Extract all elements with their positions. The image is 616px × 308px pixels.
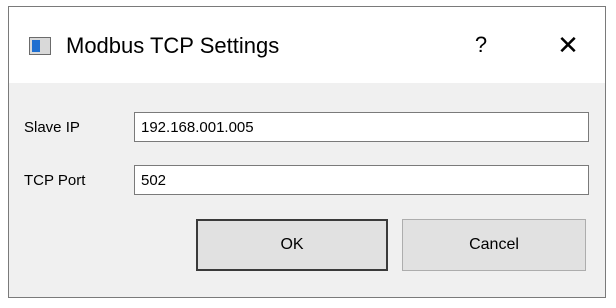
cancel-button[interactable]: Cancel	[402, 219, 586, 271]
window-icon-accent	[32, 40, 40, 52]
slave-ip-input[interactable]	[134, 112, 589, 142]
window-icon	[29, 37, 51, 55]
title-bar[interactable]: Modbus TCP Settings ? ✕	[9, 7, 605, 83]
help-button[interactable]: ?	[459, 25, 503, 65]
modbus-settings-dialog: Modbus TCP Settings ? ✕ Slave IP TCP Por…	[8, 6, 606, 298]
tcp-port-label: TCP Port	[24, 172, 86, 189]
slave-ip-label: Slave IP	[24, 119, 80, 136]
close-button[interactable]: ✕	[543, 25, 593, 65]
tcp-port-input[interactable]	[134, 165, 589, 195]
dialog-title: Modbus TCP Settings	[66, 33, 280, 58]
ok-button[interactable]: OK	[196, 219, 388, 271]
